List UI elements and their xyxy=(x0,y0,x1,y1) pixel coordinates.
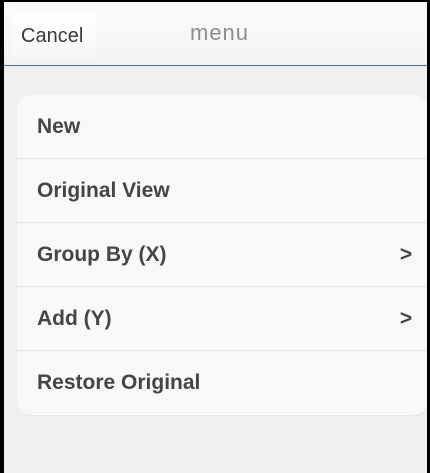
menu-item-label: Add (Y) xyxy=(37,306,112,330)
menu-item-original-view[interactable]: Original View xyxy=(17,159,427,223)
chevron-right-icon: > xyxy=(399,306,413,330)
menu-item-label: Original View xyxy=(37,178,170,202)
menu-item-restore-original[interactable]: Restore Original xyxy=(17,351,427,415)
menu-item-add[interactable]: Add (Y) > xyxy=(17,287,427,351)
navigation-bar: Cancel menu xyxy=(4,2,427,66)
menu-item-group-by[interactable]: Group By (X) > xyxy=(17,223,427,287)
chevron-right-icon: > xyxy=(399,242,413,266)
menu-item-label: Restore Original xyxy=(37,371,201,394)
menu-item-new[interactable]: New xyxy=(17,95,427,159)
menu-list: New Original View Group By (X) > Add (Y)… xyxy=(17,95,427,415)
cancel-button-label: Cancel xyxy=(21,24,84,47)
cancel-button[interactable]: Cancel xyxy=(12,13,96,59)
app-frame: Cancel menu New Original View Group By (… xyxy=(0,0,430,473)
menu-item-label: Group By (X) xyxy=(37,242,167,266)
page-title: menu xyxy=(190,20,250,45)
menu-item-label: New xyxy=(37,114,81,138)
